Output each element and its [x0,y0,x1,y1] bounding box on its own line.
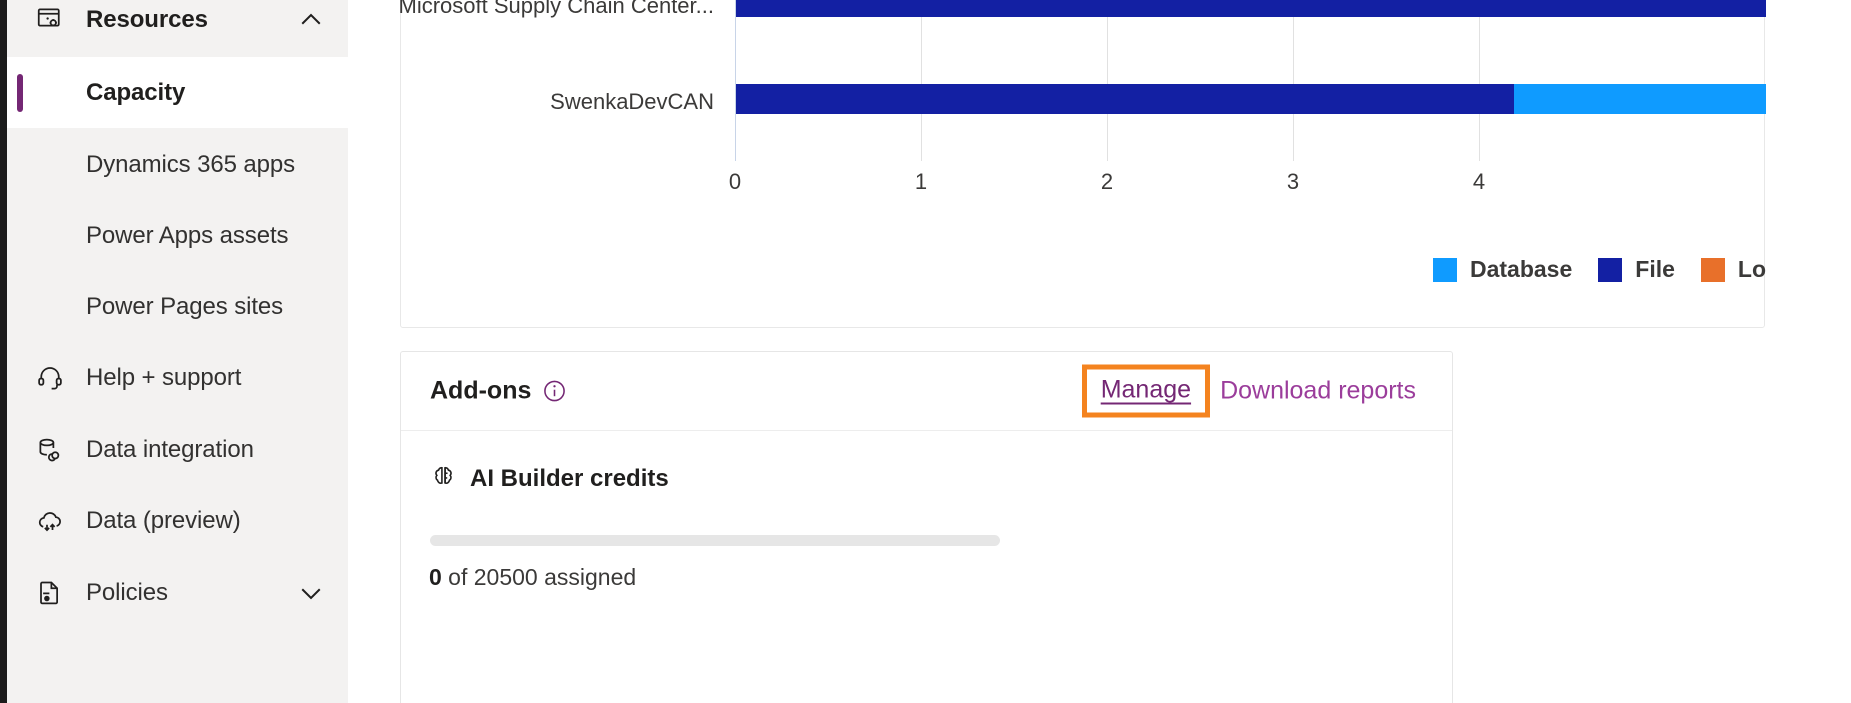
legend-item-database[interactable]: Database [1432,256,1573,283]
legend-swatch-database [1432,257,1457,282]
addons-card-header: Add-ons Manage Download reports [401,352,1452,431]
addons-title-group: Add-ons [430,377,567,406]
sidebar-item-label: Data integration [86,435,254,463]
manage-button-highlight: Manage [1081,364,1211,418]
capacity-page: Resources Capacity Dynamics 365 apps Pow… [0,0,1851,703]
window-edge [0,0,7,703]
addons-actions: Manage Download reports [1081,364,1416,418]
info-icon[interactable] [542,379,567,404]
left-navigation-sidebar: Resources Capacity Dynamics 365 apps Pow… [0,0,348,703]
download-reports-button[interactable]: Download reports [1220,377,1416,406]
sidebar-item-label: Dynamics 365 apps [86,150,296,178]
resources-icon [33,3,67,37]
chart-category-label: Microsoft Supply Chain Center... [398,0,714,18]
chart-gridline [1107,0,1108,161]
sidebar-item-capacity[interactable]: Capacity [7,57,348,128]
sidebar-item-label: Resources [86,5,208,33]
legend-label: Lo [1737,256,1766,282]
legend-swatch-file [1598,257,1623,282]
chevron-down-icon[interactable] [296,578,326,608]
legend-item-log[interactable]: Lo [1700,256,1766,283]
chart-axis-line [735,0,736,161]
bar-segment-file[interactable] [736,84,1514,114]
sidebar-item-label: Help + support [86,363,242,391]
sidebar-item-data-integration[interactable]: Data integration [7,414,348,485]
chart-xtick-label: 4 [1472,169,1486,194]
chart-legend: Database File Lo [401,256,1766,283]
sidebar-item-label: Capacity [86,78,186,106]
sidebar-item-power-apps-assets[interactable]: Power Apps assets [7,200,348,271]
cloud-sync-icon [33,504,67,538]
addon-assigned-value: 0 [429,564,442,590]
legend-label: File [1635,256,1675,282]
legend-label: Database [1469,256,1573,282]
capacity-chart-card: Microsoft Supply Chain Center... SwenkaD… [398,0,1766,329]
chart-gridline [1293,0,1294,161]
stacked-bar-chart: Microsoft Supply Chain Center... SwenkaD… [398,0,1766,329]
chart-category-label: SwenkaDevCAN [550,89,714,114]
chart-xtick-label: 1 [914,169,928,194]
legend-item-file[interactable]: File [1598,256,1675,283]
selection-indicator [17,73,23,112]
chart-gridline [1479,0,1480,161]
chevron-up-icon[interactable] [296,5,326,35]
ai-builder-icon [430,463,457,495]
sidebar-item-label: Data (preview) [86,506,241,534]
document-policy-icon [33,576,67,610]
sidebar-item-policies[interactable]: Policies [7,557,348,628]
sidebar-item-label: Policies [86,578,168,606]
bar-segment-database[interactable] [1514,84,1766,114]
main-content: Microsoft Supply Chain Center... SwenkaD… [348,0,1851,703]
addon-item-ai-builder-credits: AI Builder credits [430,463,669,495]
chart-xtick-label: 2 [1100,169,1114,194]
addon-name: AI Builder credits [470,465,669,492]
addon-progress-bar [430,535,1000,546]
headset-icon [33,361,67,395]
addon-assigned-suffix: of 20500 assigned [441,564,637,590]
chart-gridline [921,0,922,161]
sidebar-item-dynamics-365-apps[interactable]: Dynamics 365 apps [7,129,348,200]
database-link-icon [33,433,67,467]
addons-card-body: AI Builder credits 0 of 20500 assigned [401,431,1452,590]
sidebar-item-help-support[interactable]: Help + support [7,342,348,413]
addons-card: Add-ons Manage Download reports AI Build… [400,351,1453,703]
legend-swatch-log [1700,257,1725,282]
manage-button[interactable]: Manage [1101,376,1191,405]
addons-title: Add-ons [430,376,532,405]
sidebar-item-label: Power Pages sites [86,292,284,320]
chart-xtick-label: 3 [1286,169,1300,194]
sidebar-item-power-pages-sites[interactable]: Power Pages sites [7,271,348,342]
sidebar-item-data-preview[interactable]: Data (preview) [7,485,348,556]
sidebar-item-resources[interactable]: Resources [7,0,348,55]
addon-assigned-text: 0 of 20500 assigned [429,564,636,591]
sidebar-item-label: Power Apps assets [86,221,289,249]
chart-xtick-label: 0 [728,169,742,194]
bar-segment-file[interactable] [736,0,1766,17]
